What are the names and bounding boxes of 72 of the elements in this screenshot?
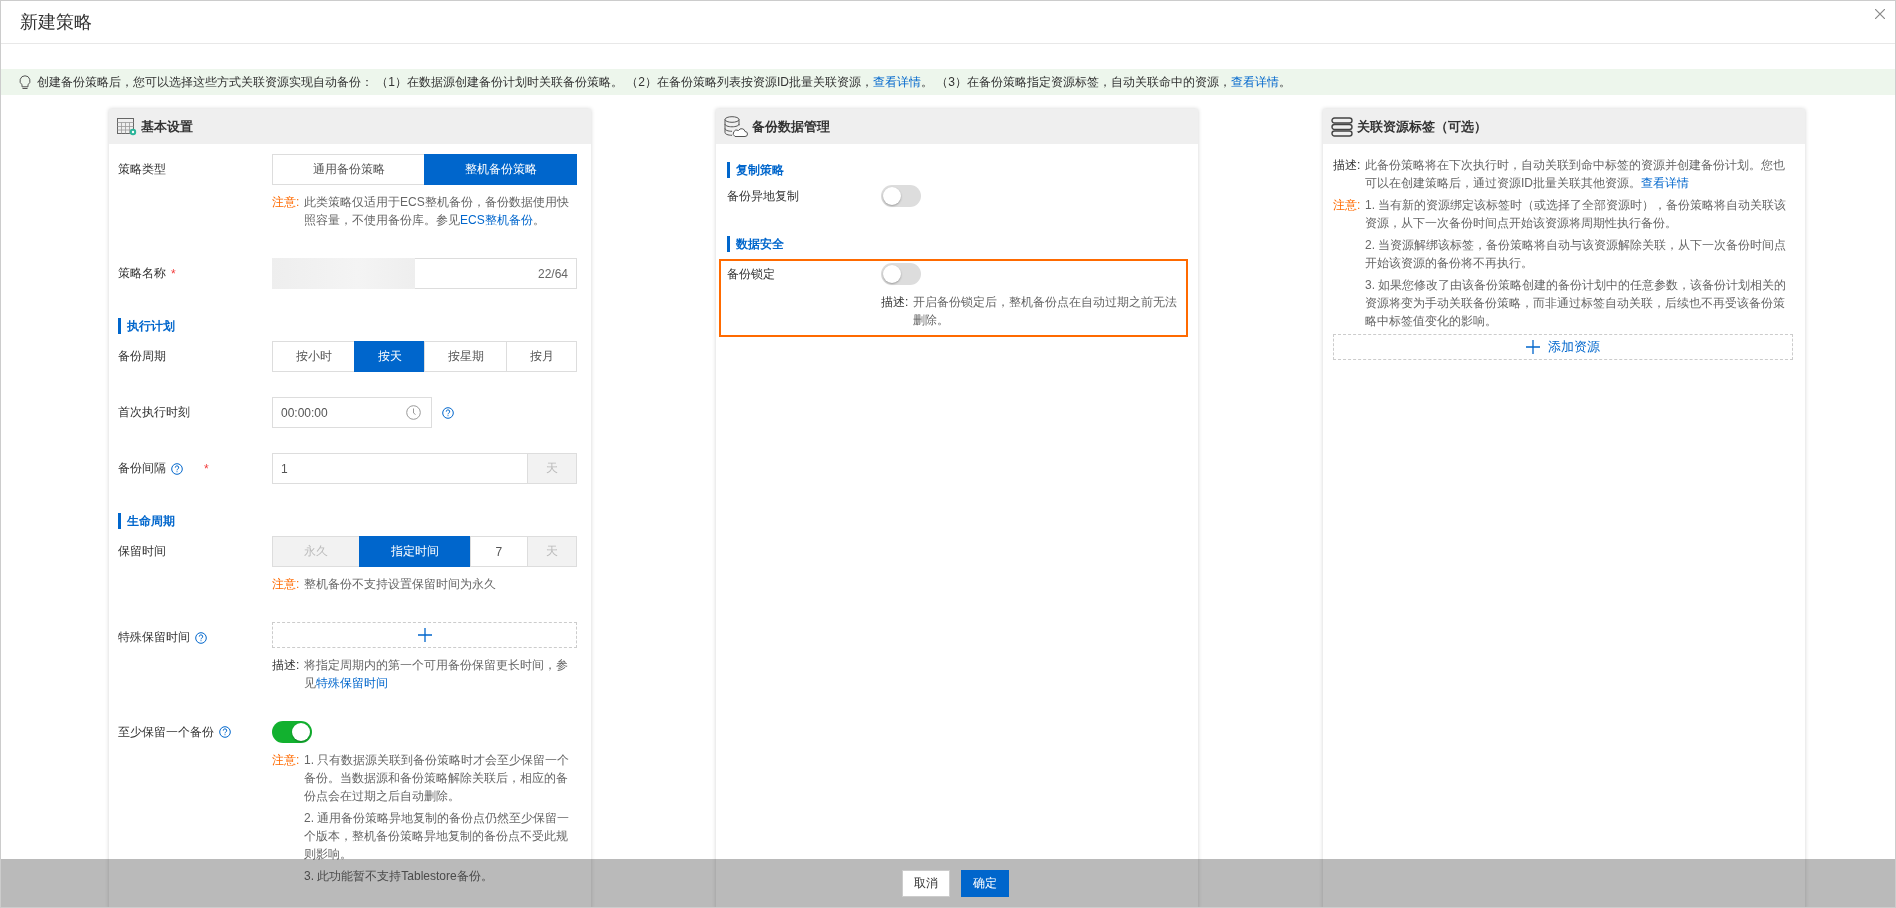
segment-option[interactable]: 按天 — [354, 341, 425, 372]
field-label: 保留时间 — [118, 543, 166, 560]
number-field[interactable]: 7 — [469, 536, 528, 567]
toggle-switch[interactable] — [881, 263, 921, 285]
help-link[interactable]: 特殊保留时间 — [316, 676, 388, 690]
field-label: 备份锁定 — [727, 265, 775, 283]
field-label: 特殊保留时间 — [118, 629, 190, 646]
required-mark: * — [204, 461, 209, 476]
field-label: 备份周期 — [118, 348, 166, 365]
note-label: 注意: — [272, 194, 301, 211]
panel-title: 备份数据管理 — [752, 117, 830, 136]
field-label: 首次执行时刻 — [118, 404, 190, 421]
lightbulb-icon — [19, 74, 31, 90]
database-cloud-icon — [724, 115, 748, 138]
note-label: 注意: — [272, 576, 301, 593]
note-text: 开启备份锁定后，整机备份点在自动过期之前无法删除。 — [913, 294, 1178, 329]
field-label: 至少保留一个备份 — [118, 723, 214, 741]
help-link[interactable]: 查看详情 — [1641, 176, 1689, 190]
required-mark: * — [171, 266, 176, 281]
plus-icon — [417, 628, 432, 642]
table-gear-icon — [117, 117, 137, 136]
details-link[interactable]: 查看详情 — [1231, 74, 1280, 89]
note-text: 3. 如果您修改了由该备份策略创建的备份计划中的任意参数，该备份计划相关的资源将变为手动关联备份策略，而非通过标签自动关联，后续也不再受该备份策略中标签值变化的影响。 — [1365, 277, 1788, 330]
section-title: 数据安全 — [727, 236, 784, 252]
note-text: 将指定周期内的第一个可用备份保留更长时间，参见特殊保留时间 — [304, 657, 569, 692]
segment-option[interactable]: 按月 — [506, 341, 577, 372]
field-label: 备份异地复制 — [727, 187, 799, 205]
char-counter: 22/64 — [537, 266, 568, 281]
note-label: 注意: — [1333, 197, 1362, 214]
note-text: 此类策略仅适用于ECS整机备份，备份数据使用快照容量，不使用备份库。参见ECS整机备份。 — [304, 194, 570, 229]
section-title: 复制策略 — [727, 162, 784, 178]
note-label: 注意: — [272, 752, 301, 769]
clock-icon — [406, 405, 421, 420]
note-text: 2. 通用备份策略异地复制的备份点仍然至少保留一个版本，整机备份策略异地复制的备份点不受此规则影响。 — [304, 810, 571, 863]
note-label: 描述: — [272, 657, 301, 674]
toggle-switch[interactable] — [272, 721, 312, 743]
help-link[interactable]: ECS整机备份 — [460, 213, 533, 227]
add-resource-button[interactable]: 添加资源 — [1333, 334, 1793, 360]
toggle-switch[interactable] — [881, 185, 921, 207]
help-icon[interactable] — [171, 462, 183, 475]
help-icon[interactable] — [195, 631, 207, 644]
segment-option[interactable]: 指定时间 — [358, 536, 471, 567]
server-stack-icon — [1331, 116, 1353, 137]
details-link[interactable]: 查看详情 — [873, 74, 921, 89]
note-text: 整机备份不支持设置保留时间为永久 — [304, 576, 497, 593]
banner-text: 创建备份策略后，您可以选择这些方式关联资源实现自动备份： （1）在数据源创建备份计划时关联备份策略。 （2）在备份策略列表按资源ID批量关联资源，查看详情。 （3）在备份策略指定资源标签，自动关联命中的资源，查看详情。 — [37, 73, 1292, 91]
close-icon[interactable] — [1875, 9, 1885, 19]
text-field[interactable]: 22/64 — [272, 258, 577, 289]
panel-title: 基本设置 — [141, 117, 193, 136]
field-label: 策略名称 — [118, 265, 166, 282]
note-text: 1. 当有新的资源绑定该标签时（或选择了全部资源时），备份策略将自动关联该资源，从下一次备份时间点开始该资源将周期性执行备份。 — [1365, 197, 1788, 232]
dialog-title: 新建策略 — [20, 11, 92, 34]
section-title: 执行计划 — [118, 318, 175, 334]
segment-option[interactable]: 按小时 — [272, 341, 355, 372]
section-title: 生命周期 — [118, 513, 175, 529]
plus-icon — [1526, 340, 1540, 354]
field-label: 策略类型 — [118, 161, 166, 178]
note-label: 描述: — [881, 294, 910, 311]
note-text: 此备份策略将在下次执行时，自动关联到命中标签的资源并创建备份计划。您也可以在创建策略后，通过资源ID批量关联其他资源。查看详情 — [1365, 157, 1786, 192]
note-text: 3. 此功能暂不支持Tablestore备份。 — [304, 868, 494, 885]
segment-option[interactable]: 通用备份策略 — [272, 154, 425, 185]
segment-option[interactable]: 整机备份策略 — [424, 154, 577, 185]
help-icon[interactable] — [442, 406, 454, 419]
note-text: 2. 当资源解绑该标签，备份策略将自动与该资源解除关联，从下一次备份时间点开始该资源的备份将不再执行。 — [1365, 237, 1788, 272]
text-field[interactable]: 1 — [272, 453, 528, 484]
time-field[interactable]: 00:00:00 — [272, 397, 432, 428]
note-label: 描述: — [1333, 157, 1362, 174]
field-label: 备份间隔 — [118, 460, 166, 477]
panel-title: 关联资源标签（可选） — [1357, 117, 1487, 136]
segment-option[interactable]: 按星期 — [424, 341, 507, 372]
help-icon[interactable] — [219, 726, 231, 738]
note-text: 1. 只有数据源关联到备份策略时才会至少保留一个备份。当数据源和备份策略解除关联后，相应的备份点会在过期之后自动删除。 — [304, 752, 571, 805]
